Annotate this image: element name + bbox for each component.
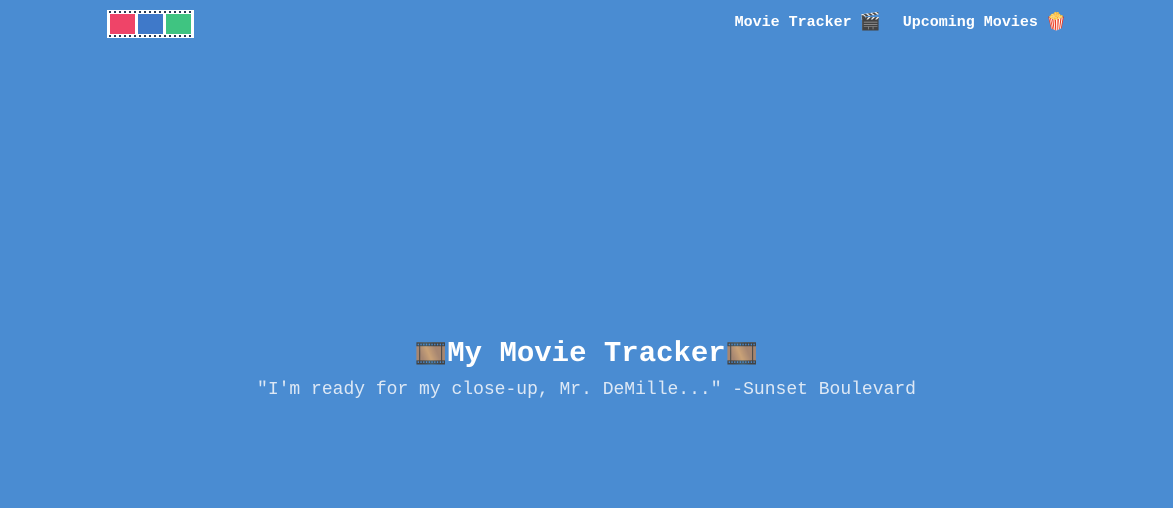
page-title: 🎞️ My Movie Tracker 🎞️ — [0, 336, 1173, 372]
nav-link-movie-tracker[interactable]: Movie Tracker 🎬 — [735, 12, 881, 32]
page-title-text: My Movie Tracker — [447, 337, 726, 370]
hero: 🎞️ My Movie Tracker 🎞️ "I'm ready for my… — [0, 336, 1173, 402]
nav-link-upcoming-movies[interactable]: Upcoming Movies 🍿 — [903, 12, 1067, 32]
nav-links: Movie Tracker 🎬 Upcoming Movies 🍿 — [735, 12, 1067, 32]
nav-link-label: Movie Tracker — [734, 13, 852, 31]
logo-frame-green — [166, 14, 191, 34]
navbar: Movie Tracker 🎬 Upcoming Movies 🍿 — [0, 0, 1173, 46]
clapper-board-icon: 🎬 — [859, 12, 881, 32]
logo-frame-red — [110, 14, 135, 34]
popcorn-icon: 🍿 — [1045, 12, 1067, 32]
film-frames-icon: 🎞️ — [725, 339, 759, 369]
film-frames-icon: 🎞️ — [414, 339, 448, 369]
hero-quote: "I'm ready for my close-up, Mr. DeMille.… — [257, 380, 916, 400]
nav-link-label: Upcoming Movies — [902, 13, 1038, 31]
logo-frame-blue — [138, 14, 163, 34]
page: Movie Tracker 🎬 Upcoming Movies 🍿 🎞️ My … — [0, 0, 1173, 508]
film-strip-logo-icon[interactable] — [107, 10, 194, 38]
